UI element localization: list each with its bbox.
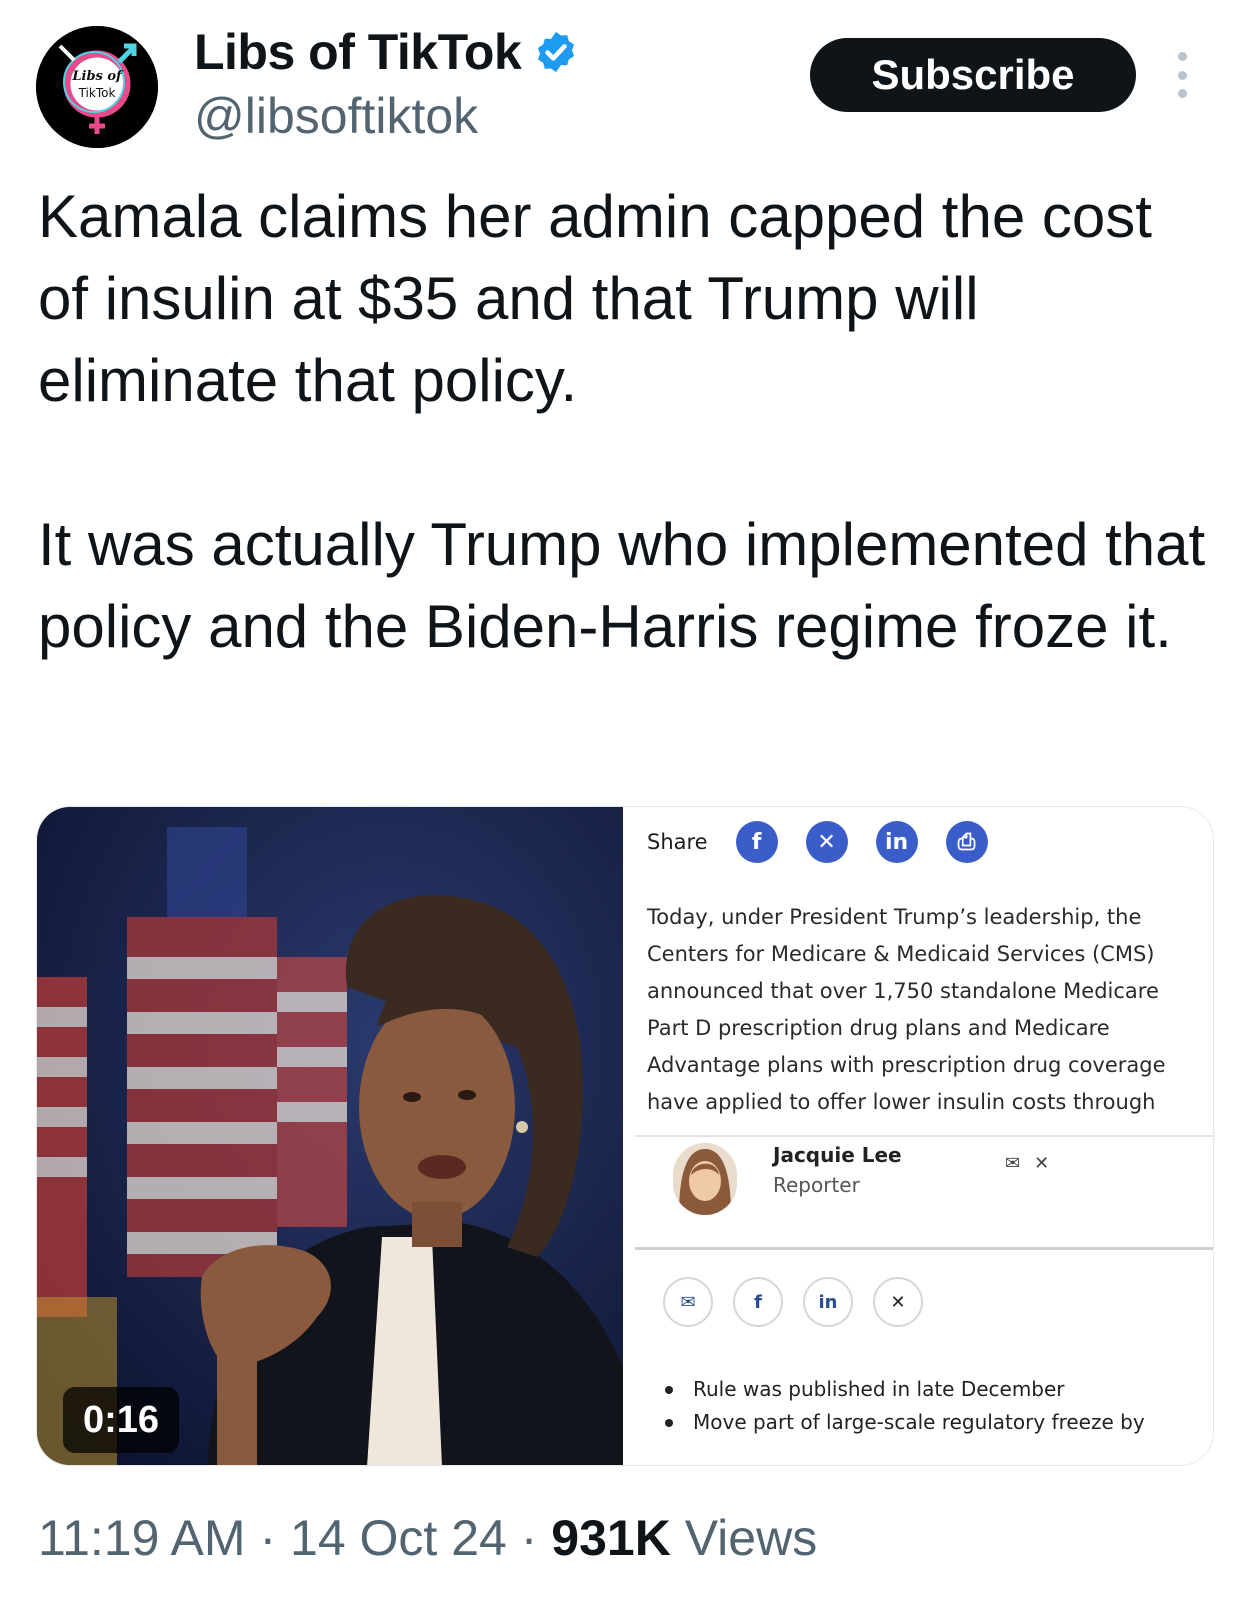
reporter-name: Jacquie Lee	[773, 1143, 902, 1167]
article-share-row: Share f ✕ in ⎙	[647, 821, 1016, 863]
meta-separator: ·	[259, 1510, 277, 1566]
mail-icon: ✉	[663, 1277, 713, 1327]
x-icon: ✕	[873, 1277, 923, 1327]
bullet-item: Rule was published in late December	[657, 1373, 1197, 1406]
reporter-contact-icons: ✉ ✕	[1005, 1153, 1049, 1174]
views-label: Views	[684, 1510, 818, 1566]
more-vertical-icon[interactable]	[1172, 52, 1192, 98]
author-name-row: Libs of TikTok	[194, 22, 579, 82]
tweet-meta: 11:19 AM · 14 Oct 24 · 931K Views	[38, 1508, 817, 1568]
article-divider	[635, 1135, 1213, 1137]
share-label: Share	[647, 830, 708, 854]
linkedin-icon: in	[803, 1277, 853, 1327]
mail-icon: ✉	[1005, 1153, 1021, 1174]
article-social-row: ✉ f in ✕	[663, 1277, 923, 1327]
avatar-text-line2: TikTok	[78, 86, 116, 100]
video-player[interactable]: 0:16	[37, 807, 623, 1465]
views-count: 931K	[551, 1510, 671, 1566]
facebook-icon: f	[735, 821, 778, 863]
video-thumbnail	[37, 807, 623, 1465]
print-icon: ⎙	[945, 821, 988, 863]
verified-badge-icon[interactable]	[533, 29, 579, 75]
article-divider-thick	[635, 1247, 1213, 1250]
author-avatar[interactable]: Libs of TikTok	[36, 26, 158, 148]
subscribe-button[interactable]: Subscribe	[810, 38, 1136, 112]
tweet-date[interactable]: 14 Oct 24	[290, 1510, 507, 1566]
article-screenshot: Share f ✕ in ⎙ Today, under President Tr…	[623, 807, 1213, 1465]
bullet-item: Move part of large-scale regulatory free…	[657, 1406, 1197, 1439]
tweet-paragraph-1: Kamala claims her admin capped the cost …	[38, 183, 1152, 414]
tweet-paragraph-2: It was actually Trump who implemented th…	[38, 511, 1206, 660]
tweet-time[interactable]: 11:19 AM	[38, 1510, 246, 1566]
linkedin-icon: in	[875, 821, 918, 863]
video-duration: 0:16	[63, 1387, 179, 1453]
meta-separator: ·	[520, 1510, 538, 1566]
facebook-icon: f	[733, 1277, 783, 1327]
tweet-text: Kamala claims her admin capped the cost …	[38, 176, 1218, 668]
author-handle[interactable]: @libsoftiktok	[194, 86, 478, 146]
media-card[interactable]: 0:16 Share f ✕ in ⎙ Today, under Preside…	[36, 806, 1214, 1466]
avatar-text-line1: Libs of	[71, 69, 124, 84]
author-display-name[interactable]: Libs of TikTok	[194, 22, 522, 82]
article-bullets: Rule was published in late December Move…	[657, 1373, 1197, 1463]
article-body: Today, under President Trump’s leadershi…	[647, 905, 1166, 1129]
reporter-photo	[673, 1143, 737, 1215]
x-icon: ✕	[1034, 1153, 1050, 1174]
libs-of-tiktok-logo: Libs of TikTok	[36, 26, 158, 148]
reporter-role: Reporter	[773, 1173, 860, 1197]
x-icon: ✕	[805, 821, 848, 863]
